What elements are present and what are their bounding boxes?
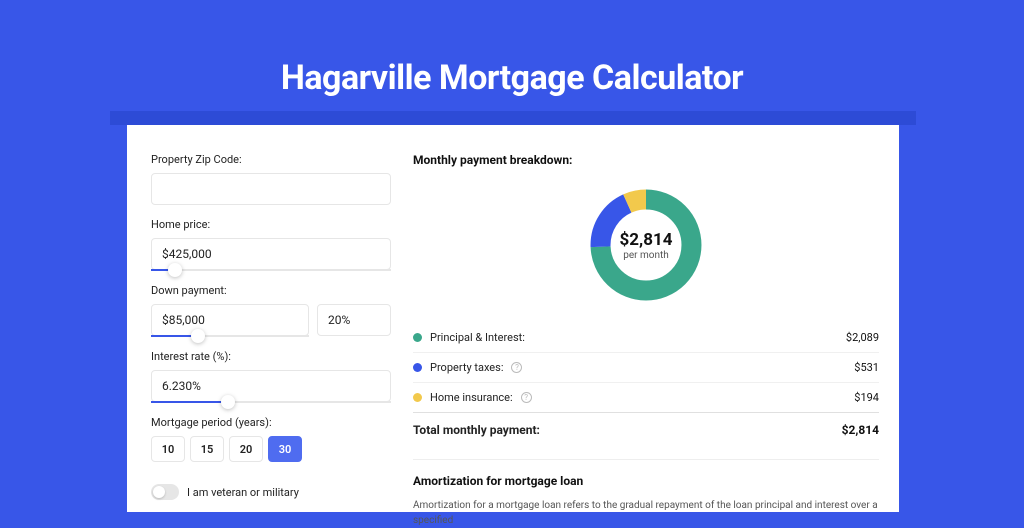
legend-value: $2,089 (846, 331, 879, 344)
mortgage-period-group: Mortgage period (years): 10152030 (151, 416, 391, 462)
down-payment-input[interactable] (151, 304, 309, 336)
legend-total-row: Total monthly payment: $2,814 (413, 412, 879, 445)
home-price-slider-thumb[interactable] (168, 263, 182, 277)
zip-label: Property Zip Code: (151, 153, 391, 166)
donut-center: $2,814 per month (586, 185, 706, 305)
inputs-column: Property Zip Code: Home price: Down paym… (151, 153, 391, 512)
legend-row: Home insurance:? $194 (413, 382, 879, 412)
mortgage-period-options: 10152030 (151, 436, 391, 462)
interest-rate-slider-thumb[interactable] (221, 395, 235, 409)
zip-group: Property Zip Code: (151, 153, 391, 205)
page-title: Hagarville Mortgage Calculator (0, 0, 1024, 98)
home-price-slider[interactable] (151, 269, 391, 271)
down-payment-group: Down payment: (151, 284, 391, 337)
legend-left: Home insurance:? (413, 391, 532, 404)
home-price-input[interactable] (151, 238, 391, 270)
calculator-card: Property Zip Code: Home price: Down paym… (127, 125, 899, 512)
home-price-label: Home price: (151, 218, 391, 231)
legend-row: Principal & Interest: $2,089 (413, 323, 879, 352)
amortization-section: Amortization for mortgage loan Amortizat… (413, 459, 879, 528)
legend-left: Principal & Interest: (413, 331, 525, 344)
header-accent-bar (110, 111, 916, 125)
legend-label: Home insurance: (430, 391, 513, 404)
period-button-30[interactable]: 30 (268, 436, 302, 462)
legend-dot (413, 393, 422, 402)
donut-amount: $2,814 (620, 230, 673, 250)
veteran-toggle-thumb (153, 486, 165, 498)
results-column: Monthly payment breakdown: $2,814 per mo… (413, 153, 879, 512)
period-button-20[interactable]: 20 (229, 436, 263, 462)
interest-rate-slider-fill (151, 401, 228, 403)
donut-sublabel: per month (623, 250, 669, 261)
legend-dot (413, 363, 422, 372)
period-button-15[interactable]: 15 (190, 436, 224, 462)
legend-dot (413, 333, 422, 342)
veteran-row: I am veteran or military (151, 484, 391, 500)
amortization-text: Amortization for a mortgage loan refers … (413, 498, 879, 528)
interest-rate-label: Interest rate (%): (151, 350, 391, 363)
info-icon[interactable]: ? (511, 362, 522, 373)
interest-rate-slider[interactable] (151, 401, 391, 403)
down-payment-label: Down payment: (151, 284, 391, 297)
legend-label: Property taxes: (430, 361, 503, 374)
amortization-title: Amortization for mortgage loan (413, 474, 879, 488)
down-payment-pct-input[interactable] (317, 304, 391, 336)
period-button-10[interactable]: 10 (151, 436, 185, 462)
zip-input[interactable] (151, 173, 391, 205)
home-price-group: Home price: (151, 218, 391, 271)
legend-value: $531 (854, 361, 879, 374)
donut-chart: $2,814 per month (586, 185, 706, 305)
legend-total-value: $2,814 (842, 423, 879, 437)
veteran-label: I am veteran or military (187, 486, 299, 499)
breakdown-legend: Principal & Interest: $2,089 Property taxe… (413, 323, 879, 445)
info-icon[interactable]: ? (521, 392, 532, 403)
interest-rate-group: Interest rate (%): (151, 350, 391, 403)
down-payment-slider-thumb[interactable] (191, 329, 205, 343)
interest-rate-input[interactable] (151, 370, 391, 402)
legend-value: $194 (854, 391, 879, 404)
legend-left: Property taxes:? (413, 361, 522, 374)
donut-chart-wrap: $2,814 per month (413, 179, 879, 323)
legend-row: Property taxes:? $531 (413, 352, 879, 382)
mortgage-period-label: Mortgage period (years): (151, 416, 391, 429)
legend-total-label: Total monthly payment: (413, 423, 540, 437)
veteran-toggle[interactable] (151, 484, 179, 500)
down-payment-slider[interactable] (151, 335, 309, 337)
breakdown-title: Monthly payment breakdown: (413, 153, 879, 167)
legend-label: Principal & Interest: (430, 331, 525, 344)
